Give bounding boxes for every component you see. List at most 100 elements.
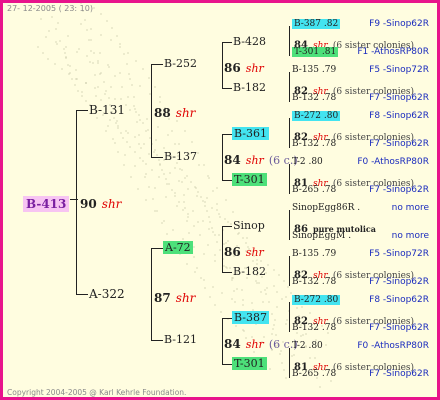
gen2-year-group-2: 86 shr xyxy=(224,241,264,260)
watermark-dot xyxy=(203,253,206,256)
gen4-queen-top-4[interactable]: no more xyxy=(392,203,429,213)
watermark-dot xyxy=(196,266,199,269)
gen4-queen-bot-6[interactable]: F7 -Sinop62R xyxy=(369,323,429,333)
watermark-dot xyxy=(160,222,163,224)
watermark-dot xyxy=(235,288,238,290)
gen4-bot-7[interactable]: B-265 .78 xyxy=(292,369,336,379)
gen4-queen-top-7[interactable]: F0 -AthosRP80R xyxy=(357,341,429,351)
gen4-top-4[interactable]: SinopEgg86R . xyxy=(292,203,360,213)
gen4-queen-bot-0[interactable]: F1 -AthosRP80R xyxy=(357,47,429,57)
root-shr: shr xyxy=(101,197,122,211)
gen4-bot-label-2: B-132 .78 xyxy=(292,139,337,149)
gen4-top-6[interactable]: B-272 .80 xyxy=(292,295,341,305)
gen3-node-3[interactable]: T-301 xyxy=(232,173,267,186)
gen2-node-1[interactable]: B-137 xyxy=(164,150,197,163)
gen4-queen-bot-3[interactable]: F7 -Sinop62R xyxy=(369,185,429,195)
watermark-dot xyxy=(123,153,126,156)
gen2-year-1: 84 xyxy=(224,153,241,167)
gen4-queen-bot-7[interactable]: F7 -Sinop62R xyxy=(369,369,429,379)
gen4-bot-2[interactable]: B-132 .78 xyxy=(292,139,336,149)
gen3-node-0[interactable]: B-428 xyxy=(233,35,266,48)
watermark-dot xyxy=(282,369,285,372)
gen2-node-3[interactable]: B-121 xyxy=(164,333,197,346)
gen4-queen-bot-1[interactable]: F7 -Sinop62R xyxy=(369,93,429,103)
watermark-dot xyxy=(226,220,229,223)
gen4-queen-bot-5[interactable]: F7 -Sinop62R xyxy=(369,277,429,287)
root-node[interactable]: B-413 xyxy=(23,193,70,212)
gen4-queen-top-5[interactable]: F5 -Sinop72R xyxy=(369,249,429,259)
watermark-dot xyxy=(183,129,186,132)
watermark-dot xyxy=(220,311,223,314)
gen2-node-2[interactable]: A-72 xyxy=(163,241,193,254)
gen4-top-1[interactable]: B-135 .79 xyxy=(292,65,336,75)
watermark-dot xyxy=(257,282,260,285)
watermark-dot xyxy=(109,85,112,88)
gen4-queen-top-3[interactable]: F0 -AthosRP80R xyxy=(357,157,429,167)
gen4-bot-5[interactable]: B-132 .78 xyxy=(292,277,336,287)
watermark-dot xyxy=(81,95,83,98)
watermark-dot xyxy=(200,277,202,280)
watermark-dot xyxy=(112,138,114,141)
gen4-top-5[interactable]: B-135 .79 xyxy=(292,249,336,259)
watermark-dot xyxy=(267,300,270,303)
watermark-dot xyxy=(138,119,141,122)
gen4-queen-top-2[interactable]: F8 -Sinop62R xyxy=(369,111,429,121)
watermark-dot xyxy=(58,39,61,42)
watermark-dot xyxy=(114,74,117,77)
watermark-dot xyxy=(168,171,171,174)
gen4-queen-bot-2[interactable]: F7 -Sinop62R xyxy=(369,139,429,149)
gen4-bot-6[interactable]: B-132 .78 xyxy=(292,323,336,333)
watermark-dot xyxy=(123,163,126,166)
gen3-node-5[interactable]: B-182 xyxy=(233,265,266,278)
gen2-node-0[interactable]: B-252 xyxy=(164,57,197,70)
gen3-node-6[interactable]: B-387 xyxy=(232,311,269,324)
gen4-top-7[interactable]: T-2 .80 xyxy=(292,341,323,351)
gen2-year-3: 84 xyxy=(224,337,241,351)
gen1-year-1: 87 xyxy=(154,291,171,305)
gen3-node-2[interactable]: B-361 xyxy=(232,127,269,140)
gen4-top-2[interactable]: B-272 .80 xyxy=(292,111,341,121)
watermark-dot xyxy=(157,159,160,161)
watermark-dot xyxy=(54,27,57,30)
watermark-dot xyxy=(211,207,214,210)
gen4-top-3[interactable]: T-2 .80 xyxy=(292,157,323,167)
connector xyxy=(222,134,232,135)
gen4-top-0[interactable]: B-387 .82 xyxy=(292,19,341,29)
connector xyxy=(289,348,290,378)
watermark-dot xyxy=(80,23,82,26)
watermark-dot xyxy=(86,28,89,31)
gen3-node-4[interactable]: Sinop xyxy=(233,219,265,232)
watermark-dot xyxy=(301,306,304,309)
watermark-dot xyxy=(207,227,210,230)
watermark-dot xyxy=(177,143,180,146)
connector xyxy=(151,64,152,157)
connector xyxy=(151,64,163,65)
watermark-dot xyxy=(155,138,158,141)
gen4-bot-1[interactable]: B-132 .78 xyxy=(292,93,336,103)
gen1-node-1[interactable]: A-322 xyxy=(89,287,125,301)
watermark-dot xyxy=(39,17,42,20)
gen3-node-1[interactable]: B-182 xyxy=(233,81,266,94)
gen4-queen-top-6[interactable]: F8 -Sinop62R xyxy=(369,295,429,305)
watermark-dot xyxy=(217,233,220,236)
watermark-dot xyxy=(45,36,48,39)
gen4-bot-4[interactable]: SinopEggM . xyxy=(292,231,351,241)
connector xyxy=(222,180,232,181)
watermark-dot xyxy=(135,110,138,113)
gen3-node-7[interactable]: T-301 xyxy=(232,357,267,370)
watermark-dot xyxy=(105,89,108,92)
watermark-dot xyxy=(214,303,217,306)
watermark-dot xyxy=(171,130,174,133)
gen4-bot-3[interactable]: B-265 .78 xyxy=(292,185,336,195)
gen1-node-0[interactable]: B-131 xyxy=(89,103,125,117)
gen4-queen-top-0[interactable]: F9 -Sinop62R xyxy=(369,19,429,29)
connector xyxy=(222,318,232,319)
connector xyxy=(222,134,223,180)
gen4-bot-0[interactable]: T-301 .81 xyxy=(292,47,339,57)
watermark-dot xyxy=(128,73,131,76)
watermark-dot xyxy=(212,231,214,234)
gen4-queen-bot-4[interactable]: no more xyxy=(392,231,429,241)
watermark-dot xyxy=(203,205,206,208)
gen4-queen-top-1[interactable]: F5 -Sinop72R xyxy=(369,65,429,75)
watermark-dot xyxy=(284,323,287,326)
